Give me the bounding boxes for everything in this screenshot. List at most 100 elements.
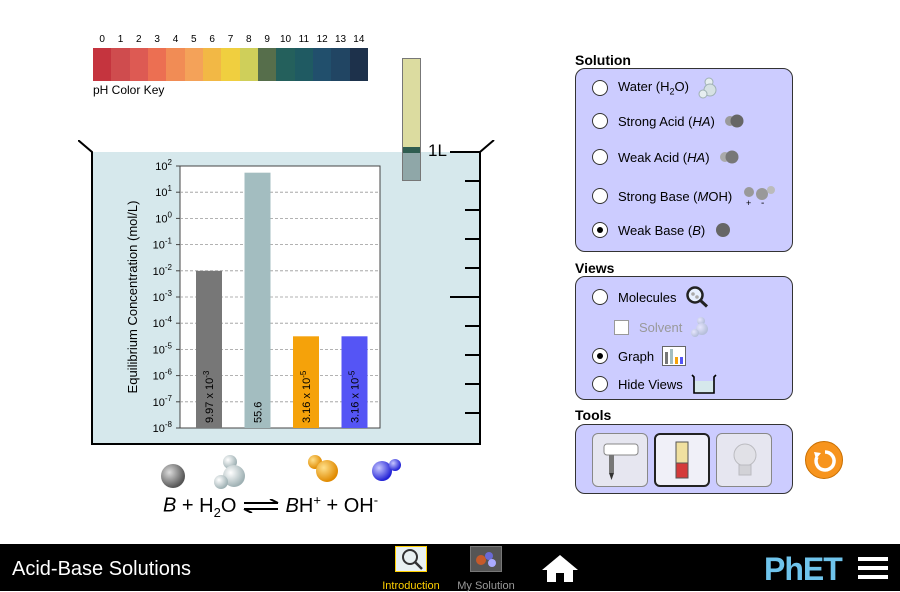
equation-plus: +: [326, 494, 339, 517]
phet-logo[interactable]: PhET: [764, 551, 843, 588]
ph-number: 9: [264, 34, 270, 45]
solution-weak-acid-option[interactable]: Weak Acid (HA): [592, 149, 740, 165]
concentration-graph: 102 101 100 10-1 10-2 10-3 10-4 10-5 10-6 10-7 10-…: [125, 158, 381, 435]
graph-y-axis-label: Equilibrium Concentration (mol/L): [125, 201, 140, 394]
ph-number: 4: [172, 34, 179, 45]
ph-swatch: [166, 48, 185, 81]
graph-y-ticks: 102 101 100 10-1 10-2 10-3 10-4 10-5 10-6 10-7 10-…: [153, 158, 180, 435]
ph-swatch: [202, 48, 222, 81]
solution-water-option[interactable]: Water (H2O): [592, 77, 719, 99]
graph-tick-label: 101: [155, 184, 172, 199]
hide-views-radio[interactable]: [592, 376, 608, 392]
views-panel: Molecules Solvent Graph Hide Views: [575, 276, 793, 400]
solvent-checkbox: [614, 319, 629, 335]
molecules-radio[interactable]: [592, 289, 608, 305]
weak-base-molecule-icon: [161, 464, 185, 488]
ph-swatch: [221, 48, 240, 81]
molecules-label: Molecules: [618, 289, 677, 305]
ph-swatch: [312, 48, 332, 81]
conjugate-acid-molecule-icon: [308, 455, 338, 482]
solution-option-label: Water (H2O): [618, 79, 689, 97]
my-solution-screen-button[interactable]: My Solution: [453, 546, 519, 592]
weak-acid-molecule-icon: [719, 150, 739, 164]
solution-weak-base-radio[interactable]: [592, 222, 608, 238]
views-molecules-option[interactable]: Molecules: [592, 286, 709, 308]
reset-all-button[interactable]: [805, 441, 843, 479]
equation-product: BBHH+: [285, 492, 321, 517]
equation-reactant: B: [163, 494, 177, 517]
equilibrium-arrows-icon: [243, 498, 279, 515]
ph-paper-tool-button[interactable]: [654, 433, 710, 487]
ph-swatch: [239, 48, 258, 81]
views-graph-option[interactable]: Graph: [592, 346, 687, 366]
ph-paper-icon: [675, 441, 689, 479]
my-solution-label: My Solution: [457, 580, 515, 592]
solution-water-radio[interactable]: [592, 80, 608, 96]
solution-option-label: Strong Base (MOH): [618, 188, 733, 204]
ph-meter-icon: [603, 443, 639, 480]
introduction-screen-icon: [395, 546, 427, 572]
ph-meter-tool-button[interactable]: [592, 433, 648, 487]
graph-tick-label: 102: [155, 158, 172, 173]
svg-text:-: -: [761, 198, 764, 207]
graph-tick-label: 10-6: [153, 368, 173, 383]
svg-text:+: +: [746, 198, 751, 207]
graph-tick-label: 10-3: [153, 289, 173, 304]
app-title: Acid-Base Solutions: [12, 558, 191, 580]
ph-swatch: [294, 48, 313, 81]
reaction-equation: B + H2O BBHH+ + OH-: [163, 492, 378, 520]
solution-strong-acid-option[interactable]: Strong Acid (HA): [592, 113, 745, 129]
water-molecule-icon: [214, 455, 245, 489]
ph-key-label: pH Color Key: [93, 83, 165, 97]
views-hide-option[interactable]: Hide Views: [592, 374, 717, 394]
equation-plus: +: [181, 494, 194, 517]
graph-tick-label: 10-8: [153, 420, 173, 435]
ph-number: 10: [279, 34, 292, 45]
graph-radio[interactable]: [592, 348, 608, 364]
solution-option-label: Strong Acid (HA): [618, 113, 715, 129]
graph-bar-value-label: 9.97 x 10-3: [202, 370, 216, 423]
solution-title: Solution: [575, 52, 631, 68]
solution-strong-base-radio[interactable]: [592, 188, 608, 204]
graph-bar-value-label: 3.16 x 10-5: [348, 370, 362, 423]
ph-number: 11: [298, 34, 310, 45]
tools-panel: [575, 424, 793, 494]
solution-option-label: Weak Base (B): [618, 222, 706, 238]
ph-number: 8: [246, 34, 252, 45]
ph-color-swatches: [93, 48, 368, 81]
views-title: Views: [575, 260, 615, 276]
ph-number: 12: [316, 34, 328, 45]
menu-icon[interactable]: [858, 556, 888, 580]
light-bulb-icon: [733, 443, 757, 476]
ph-number: 3: [154, 34, 160, 45]
solution-weak-base-option[interactable]: Weak Base (B): [592, 221, 733, 239]
introduction-label: Introduction: [382, 580, 440, 592]
hydroxide-molecule-icon: [372, 459, 401, 481]
graph-tick-label: 10-5: [153, 341, 173, 356]
ph-swatch: [349, 48, 368, 81]
strong-acid-molecule-icon: [724, 114, 744, 128]
introduction-screen-button[interactable]: Introduction: [378, 546, 444, 592]
empty-beaker-icon: [691, 374, 717, 394]
graph-bar: [244, 172, 271, 428]
weak-base-molecule-icon: [716, 223, 731, 237]
equation-hydroxide: OH-: [343, 492, 379, 517]
home-icon[interactable]: [540, 553, 580, 583]
ph-paper-strip[interactable]: [402, 58, 421, 181]
solution-strong-base-option[interactable]: Strong Base (MOH) + -: [592, 185, 778, 207]
ph-number: 0: [99, 34, 105, 45]
views-solvent-option: Solvent: [614, 316, 710, 338]
conductivity-tool-button[interactable]: [716, 433, 772, 487]
ph-scale-numbers: 0 1 2 3 4 5 6 7 8 9 10 11 12 13 14: [93, 34, 373, 46]
solution-strong-acid-radio[interactable]: [592, 113, 608, 129]
graph-tick-label: 10-2: [153, 263, 173, 278]
ph-number: 14: [353, 34, 365, 45]
ph-paper-dipped-tip: [403, 153, 420, 180]
solution-weak-acid-radio[interactable]: [592, 149, 608, 165]
ph-number: 7: [227, 34, 234, 45]
ph-swatch: [276, 48, 295, 81]
reset-icon: [814, 450, 836, 472]
graph-bar-value-label: 3.16 x 10-5: [299, 370, 313, 423]
graph-label: Graph: [618, 348, 655, 364]
graph-tick-label: 10-7: [153, 394, 173, 409]
